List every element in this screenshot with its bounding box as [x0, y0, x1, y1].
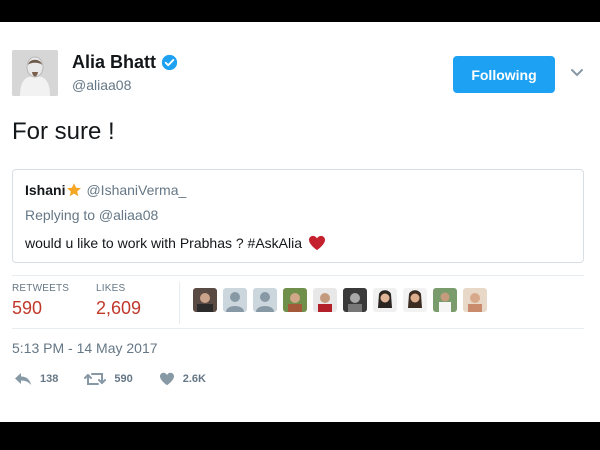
- tweet-timestamp[interactable]: 5:13 PM - 14 May 2017: [12, 340, 158, 356]
- retweets-label: RETWEETS: [12, 283, 70, 294]
- quoted-author-handle: @IshaniVerma_: [86, 182, 187, 198]
- tweet-text: For sure !: [12, 118, 115, 145]
- quoted-text: would u like to work with Prabhas ? #Ask…: [25, 235, 303, 251]
- author-handle[interactable]: @aliaa08: [72, 77, 131, 93]
- avatar[interactable]: [12, 50, 58, 96]
- avatar-image: [12, 50, 58, 96]
- quoted-reply-context: Replying to @aliaa08: [25, 207, 159, 223]
- retweet-icon: [84, 373, 107, 385]
- liker-avatar[interactable]: [373, 288, 397, 312]
- retweets-value: 590: [12, 298, 43, 318]
- star-icon: [67, 183, 82, 197]
- likes-label: LIKES: [96, 283, 126, 294]
- following-button[interactable]: Following: [453, 56, 555, 93]
- liker-avatar[interactable]: [433, 288, 457, 312]
- tweet-card: Alia Bhatt @aliaa08 Following For sure !…: [0, 22, 600, 422]
- chevron-down-icon[interactable]: [570, 68, 584, 78]
- verified-badge-icon: [161, 54, 178, 71]
- liker-avatar[interactable]: [463, 288, 487, 312]
- quoted-author-row: Ishani @IshaniVerma_: [25, 182, 186, 198]
- reply-icon: [15, 373, 31, 385]
- like-icon: [159, 372, 174, 386]
- like-count: 2.6K: [182, 373, 206, 385]
- heart-icon: [309, 235, 326, 251]
- liker-avatar[interactable]: [403, 288, 427, 312]
- like-action[interactable]: 2.6K: [159, 372, 206, 386]
- quoted-text-row: would u like to work with Prabhas ? #Ask…: [25, 235, 326, 251]
- liker-avatar[interactable]: [193, 288, 217, 312]
- reply-count: 138: [40, 373, 59, 385]
- liker-avatar[interactable]: [313, 288, 337, 312]
- retweet-count: 590: [114, 373, 133, 385]
- liker-avatar[interactable]: [283, 288, 307, 312]
- divider: [12, 275, 584, 276]
- reply-action[interactable]: 138: [14, 372, 58, 386]
- stats-separator: [179, 282, 180, 324]
- liker-avatar[interactable]: [223, 288, 247, 312]
- quoted-tweet[interactable]: Ishani @IshaniVerma_ Replying to @aliaa0…: [12, 169, 584, 263]
- author-name[interactable]: Alia Bhatt: [72, 52, 156, 73]
- liker-avatar[interactable]: [253, 288, 277, 312]
- author-name-row: Alia Bhatt: [72, 52, 178, 73]
- likers-avatars: [193, 288, 487, 312]
- tweet-actions: 138 590 2.6K: [14, 372, 232, 386]
- likes-value: 2,609: [96, 298, 142, 318]
- likes-stat[interactable]: LIKES 2,609: [96, 283, 141, 319]
- quoted-author-name: Ishani: [25, 182, 66, 198]
- retweets-stat[interactable]: RETWEETS 590: [12, 283, 69, 319]
- retweet-action[interactable]: 590: [84, 372, 133, 386]
- liker-avatar[interactable]: [343, 288, 367, 312]
- divider: [12, 328, 584, 329]
